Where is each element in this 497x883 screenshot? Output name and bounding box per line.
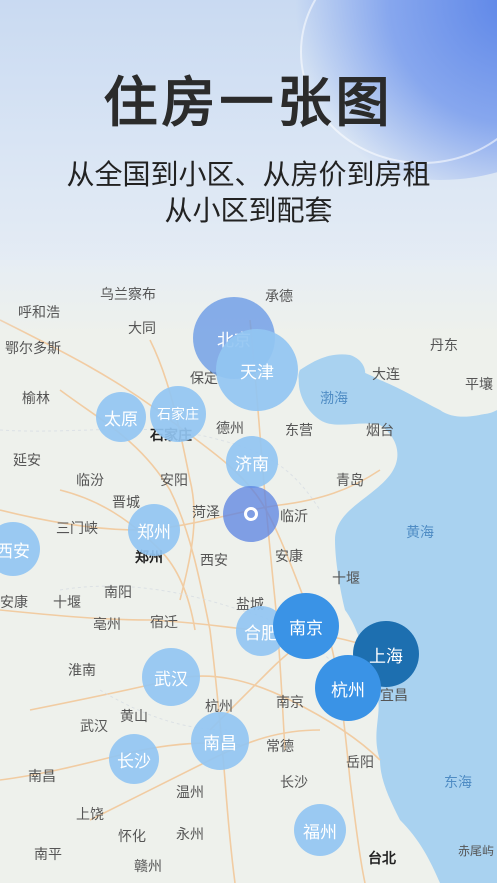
map-label-huangshan: 南京 [276, 695, 304, 711]
city-bubble-label: 长沙 [117, 751, 151, 772]
map-label-yantai: 烟台 [366, 423, 394, 439]
map-label-shangrao: 常德 [266, 739, 294, 755]
map-label-linyi: 临沂 [280, 509, 308, 525]
city-bubble-label: 福州 [303, 822, 337, 843]
map-label-pingrang: 平壤 [465, 377, 493, 393]
map-label-wenzhou: 岳阳 [346, 755, 374, 771]
city-bubble-jinan[interactable]: 济南 [226, 436, 278, 488]
city-bubble-shijiazhuang[interactable]: 石家庄 [150, 386, 206, 442]
page-subtitle: 从全国到小区、从房价到房租 从小区到配套 [0, 157, 497, 229]
map-label-eerduosi: 鄂尔多斯 [5, 341, 61, 357]
map-label-yongzhou: 上饶 [76, 807, 104, 823]
city-bubble-label: 南京 [289, 618, 323, 639]
location-icon-ring [244, 507, 258, 521]
map-label-datong: 大同 [128, 321, 156, 337]
map-label-ganzhou: 永州 [176, 827, 204, 843]
map-label-huhehao: 呼和浩 [18, 305, 60, 321]
city-bubble-label: 杭州 [331, 680, 365, 701]
location-icon[interactable] [223, 486, 279, 542]
city-bubble-label: 上海 [369, 646, 403, 667]
map-label-bozhou: 西安 [200, 553, 228, 569]
page-title: 住房一张图 [103, 71, 394, 134]
map-label-jincheng: 晋城 [112, 495, 140, 511]
map-label-dezhou: 德州 [216, 421, 244, 437]
city-bubble-label: 南昌 [203, 733, 237, 754]
map-label-yanan: 延安 [13, 453, 41, 469]
map-label-changde: 武汉 [80, 719, 108, 735]
city-bubble-tianjin[interactable]: 天津 [216, 329, 298, 411]
map-label-suqian: 安康 [275, 549, 303, 565]
map-label-guilin: 南平 [34, 847, 62, 863]
map-label-shiyan: 十堰 [53, 595, 81, 611]
map-label-heze: 菏泽 [192, 505, 220, 521]
subtitle-line-1: 从全国到小区、从房价到房租 [66, 158, 431, 191]
map-label-xinyang: 宿迁 [150, 615, 178, 631]
city-bubble-wuhan[interactable]: 武汉 [142, 648, 200, 706]
map-label-yichang: 淮南 [68, 663, 96, 679]
map-label-linfen: 临汾 [76, 473, 104, 489]
city-bubble-label: 济南 [235, 454, 269, 475]
hero-banner [0, 0, 497, 300]
city-bubble-nanjing[interactable]: 南京 [273, 593, 339, 659]
map-label-yueyang: 黄山 [120, 709, 148, 725]
map-label-huanghai: 黄海 [406, 525, 434, 541]
city-bubble-fuzhou[interactable]: 福州 [294, 804, 346, 856]
map-label-dandong: 丹东 [430, 338, 458, 354]
city-bubble-label: 石家庄 [157, 407, 199, 423]
city-bubble-label: 武汉 [154, 669, 188, 690]
city-bubble-nanchang[interactable]: 南昌 [191, 712, 249, 770]
subtitle-line-2: 从小区到配套 [164, 194, 333, 227]
map-label-wulanchabu: 乌兰察布 [100, 287, 156, 303]
map-label-chengde: 承德 [265, 289, 293, 305]
city-bubble-label: 西安 [0, 541, 30, 562]
city-bubble-taiyuan[interactable]: 太原 [96, 392, 146, 442]
map-label-jian: 温州 [176, 785, 204, 801]
map-label-yulin: 榆林 [22, 391, 50, 407]
map-label-xiangyang: 亳州 [93, 617, 121, 633]
city-bubble-changsha[interactable]: 长沙 [109, 734, 159, 784]
city-bubble-zhengzhou[interactable]: 郑州 [128, 504, 180, 556]
city-bubble-label: 郑州 [137, 522, 171, 543]
map-label-anyang: 安阳 [160, 473, 188, 489]
map-label-dalian: 大连 [372, 367, 400, 383]
city-bubble-label: 天津 [240, 362, 274, 383]
city-bubble-hangzhou[interactable]: 杭州 [315, 655, 381, 721]
map-label-dongying: 东营 [285, 423, 313, 439]
map-label-taibei: 台北 [368, 851, 396, 867]
map-label-qingdao: 青岛 [336, 473, 364, 489]
map-label-bohai: 渤海 [320, 391, 348, 407]
map-label-chiweiyu: 赤尾屿 [458, 844, 495, 858]
map-label-shaoguan: 赣州 [134, 859, 162, 875]
map-label-nanyang: 南阳 [104, 585, 132, 601]
map-label-nanping: 长沙 [280, 775, 308, 791]
map-label-ningbo: 宜昌 [380, 688, 408, 704]
map-label-huaihua: 南昌 [28, 769, 56, 785]
china-map[interactable]: 呼和浩 乌兰察布 承德 大同 鄂尔多斯 丹东 大连 平壤 榆林 渤海 保定 石家… [0, 260, 497, 883]
map-label-yancheng: 十堰 [332, 571, 360, 587]
city-bubble-label: 太原 [104, 409, 138, 430]
map-label-ankang: 安康 [0, 595, 28, 611]
map-label-sanmenxia: 三门峡 [56, 521, 98, 537]
map-label-chenzhou: 怀化 [118, 829, 146, 845]
map-label-donghai: 东海 [444, 775, 472, 791]
